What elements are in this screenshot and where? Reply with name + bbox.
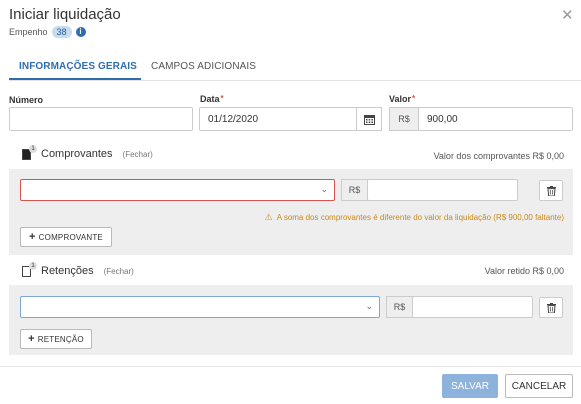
data-label: Data* <box>200 94 224 104</box>
plus-icon: + <box>29 231 36 243</box>
add-comprovante-button[interactable]: + COMPROVANTE <box>20 227 112 247</box>
comprovante-amount-input[interactable] <box>367 179 518 201</box>
empenho-label: Empenho <box>9 27 48 37</box>
info-icon[interactable]: i <box>75 27 86 37</box>
trash-icon <box>546 302 556 313</box>
retencoes-toggle[interactable]: (Fechar) <box>104 267 134 276</box>
delete-retencao-button[interactable] <box>539 297 563 318</box>
retencao-select[interactable]: ⌄ <box>20 296 380 318</box>
numero-label: Número <box>9 95 44 105</box>
retencao-currency: R$ <box>386 296 413 318</box>
cancel-button[interactable]: CANCELAR <box>505 374 573 398</box>
comprovantes-toggle[interactable]: (Fechar) <box>123 150 153 159</box>
warning-icon: ⚠ <box>264 212 273 222</box>
add-retencao-button[interactable]: + RETENÇÃO <box>20 329 92 349</box>
delete-comprovante-button[interactable] <box>539 180 563 201</box>
plus-icon: + <box>28 333 35 345</box>
tab-divider <box>9 80 581 81</box>
data-input[interactable]: 01/12/2020 <box>199 107 357 131</box>
dialog-title: Iniciar liquidação <box>9 6 121 23</box>
comprovantes-warning: ⚠ A soma dos comprovantes é diferente do… <box>264 212 564 222</box>
comprovantes-icon: 1 <box>22 145 37 161</box>
retencoes-summary: Valor retido R$ 0,00 <box>484 266 564 276</box>
empenho-line: Empenho 38 i <box>9 26 86 38</box>
chevron-down-icon: ⌄ <box>320 184 328 194</box>
retencoes-title: Retenções <box>41 265 94 277</box>
valor-label: Valor* <box>389 94 416 104</box>
chevron-down-icon: ⌄ <box>365 301 373 311</box>
empenho-badge: 38 <box>51 26 72 38</box>
save-button[interactable]: SALVAR <box>442 374 498 398</box>
valor-currency: R$ <box>389 107 419 131</box>
valor-input[interactable]: 900,00 <box>418 107 573 131</box>
retencao-amount-input[interactable] <box>412 296 533 318</box>
tab-informacoes-gerais[interactable]: INFORMAÇÕES GERAIS <box>19 61 137 72</box>
required-marker: * <box>220 94 224 103</box>
numero-input[interactable] <box>9 107 193 131</box>
required-marker: * <box>412 94 416 103</box>
comprovantes-header: 1 Comprovantes (Fechar) <box>22 145 153 161</box>
comprovantes-title: Comprovantes <box>41 148 113 160</box>
comprovante-select[interactable]: ⌄ <box>20 179 335 201</box>
close-icon[interactable]: ✕ <box>561 8 574 23</box>
retencoes-header: 1 Retenções (Fechar) <box>22 262 134 278</box>
calendar-icon[interactable] <box>356 107 382 131</box>
trash-icon <box>546 185 556 196</box>
tab-campos-adicionais[interactable]: CAMPOS ADICIONAIS <box>151 61 256 72</box>
comprovantes-summary: Valor dos comprovantes R$ 0,00 <box>433 151 564 161</box>
retencoes-icon: 1 <box>22 262 37 278</box>
footer-divider <box>0 366 581 367</box>
comprovante-currency: R$ <box>341 179 368 201</box>
